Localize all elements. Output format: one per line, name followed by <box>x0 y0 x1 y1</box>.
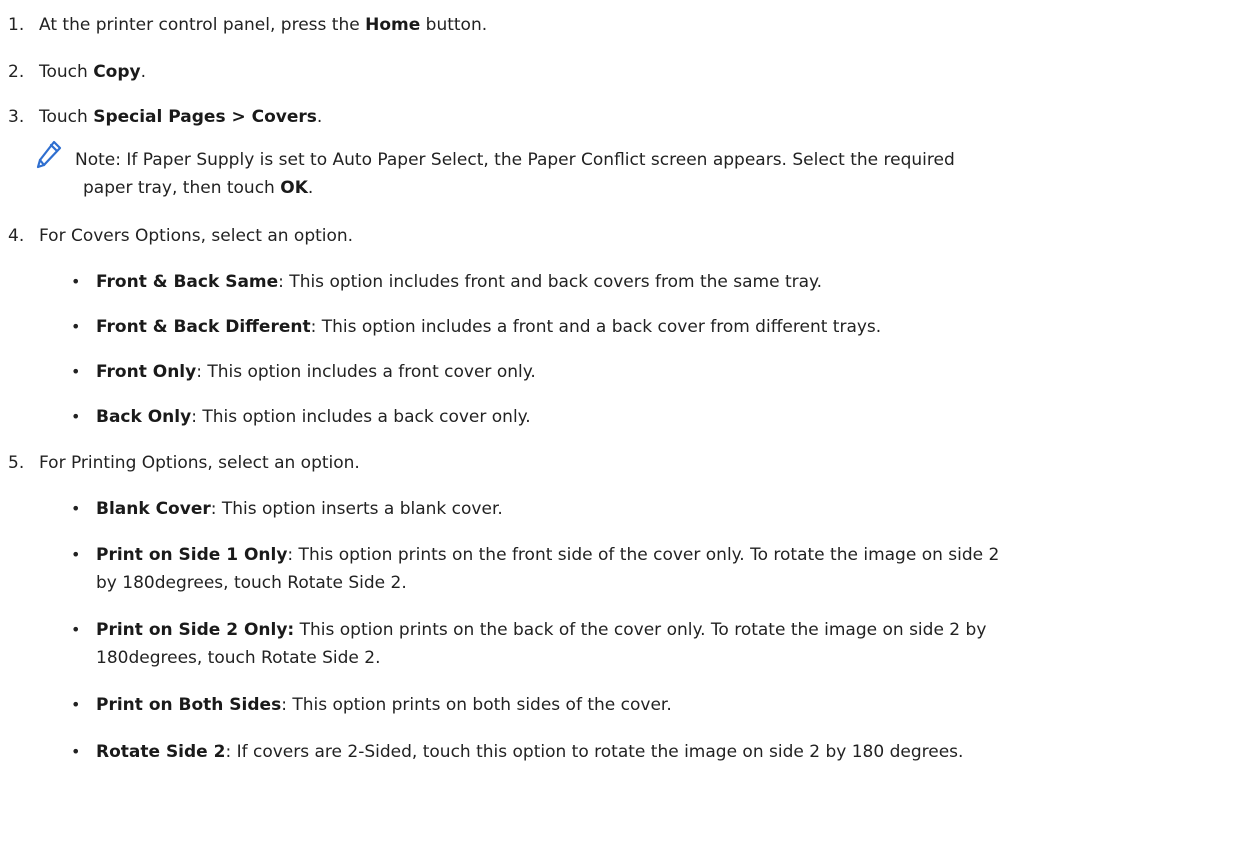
bullet: • <box>71 272 81 291</box>
option-label: Blank Cover <box>96 499 211 519</box>
step-text-end: button. <box>420 15 488 35</box>
bullet: • <box>71 620 81 639</box>
bullet: • <box>71 545 81 564</box>
bullet: • <box>71 317 81 336</box>
document-page: 1. At the printer control panel, press t… <box>0 0 1238 854</box>
step-bold: Copy <box>93 62 141 82</box>
note-line-2: paper tray, then touch OK. <box>83 177 313 199</box>
step-text-end: . <box>316 107 323 127</box>
pencil-icon <box>36 140 62 169</box>
note-line-1: Note: If Paper Supply is set to Auto Pap… <box>75 150 955 170</box>
option-desc: This option prints on the back of the co… <box>294 620 987 640</box>
bullet: • <box>71 407 81 426</box>
step-number: 1. <box>8 15 25 35</box>
option-label: Front Only <box>96 362 197 382</box>
note-text: paper tray, then touch <box>83 178 281 198</box>
option-label: Print on Side 1 Only <box>96 545 288 565</box>
option-desc: : This option inserts a blank cover. <box>210 499 503 519</box>
bullet: • <box>71 695 81 714</box>
step-text: Touch <box>39 107 94 127</box>
option-label: Front & Back Same <box>96 272 279 292</box>
option-desc: : This option prints on the front side o… <box>287 545 1000 565</box>
option-desc: : This option includes front and back co… <box>278 272 823 292</box>
step-number: 5. <box>8 453 25 473</box>
step-text: At the printer control panel, press the <box>39 15 366 35</box>
option-desc-continued: by 180degrees, touch Rotate Side 2. <box>96 573 407 593</box>
step-number: 3. <box>8 107 25 127</box>
step-text: For Printing Options, select an option. <box>39 453 360 473</box>
option-desc: : This option prints on both sides of th… <box>281 695 672 715</box>
note-bold: OK <box>280 178 308 198</box>
step-text: Touch <box>39 62 94 82</box>
option-desc: : This option includes a front and a bac… <box>310 317 882 337</box>
note-text-end: . <box>307 178 314 198</box>
bullet: • <box>71 742 81 761</box>
option-label: Print on Both Sides <box>96 695 282 715</box>
option-desc-continued: 180degrees, touch Rotate Side 2. <box>96 648 381 668</box>
option-label: Back Only <box>96 407 192 427</box>
step-number: 4. <box>8 226 25 246</box>
option-desc: : If covers are 2-Sided, touch this opti… <box>225 742 964 762</box>
option-label: Print on Side 2 Only: <box>96 620 295 640</box>
step-text-end: . <box>140 62 147 82</box>
step-bold: Special Pages > Covers <box>93 107 317 127</box>
step-text: For Covers Options, select an option. <box>39 226 354 246</box>
option-desc: : This option includes a back cover only… <box>191 407 531 427</box>
step-number: 2. <box>8 62 25 82</box>
option-label: Rotate Side 2 <box>96 742 226 762</box>
option-desc: : This option includes a front cover onl… <box>196 362 536 382</box>
option-label: Front & Back Different <box>96 317 311 337</box>
bullet: • <box>71 499 81 518</box>
step-bold: Home <box>365 15 421 35</box>
bullet: • <box>71 362 81 381</box>
